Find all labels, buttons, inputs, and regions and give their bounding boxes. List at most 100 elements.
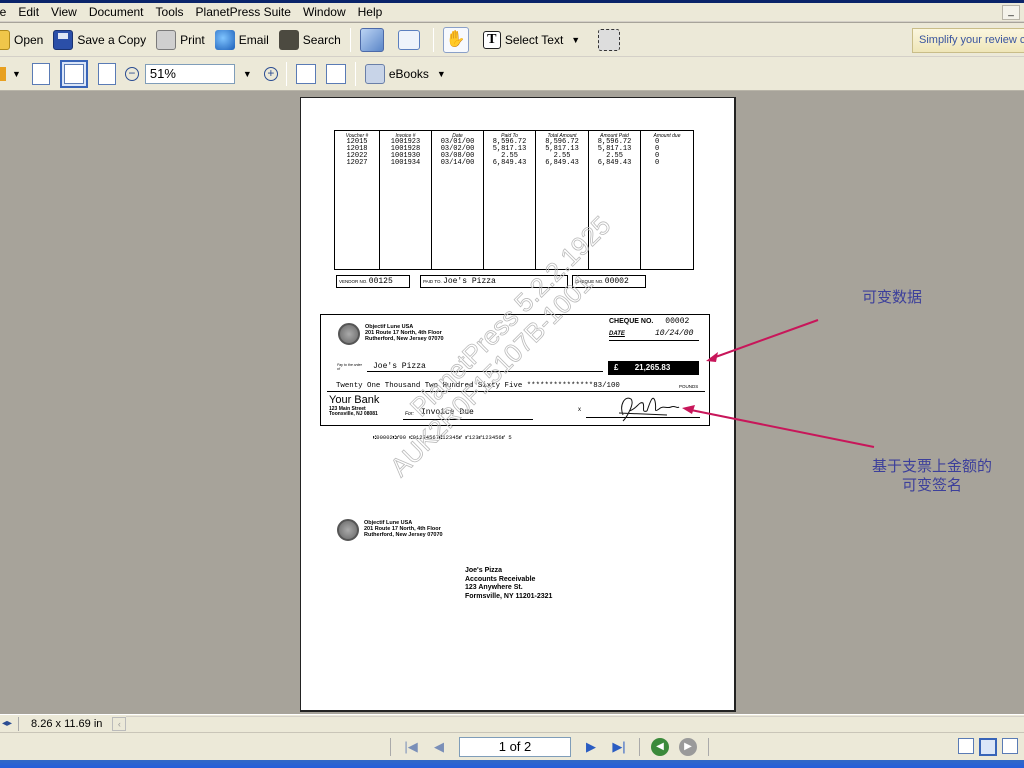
table-cell: 6,849.43	[492, 159, 527, 167]
chevron-down-icon[interactable]: ▼	[12, 69, 21, 79]
company-addr2: Rutherford, New Jersey 07070	[364, 532, 443, 538]
page-number-input[interactable]: 1 of 2	[459, 736, 571, 757]
variable-signature-line2: 可变签名	[902, 477, 963, 494]
menu-help[interactable]: Help	[352, 3, 389, 22]
camera-icon	[598, 28, 621, 51]
table-header: Amount due	[653, 133, 681, 139]
first-page-icon[interactable]: |◀	[402, 738, 420, 756]
last-page-icon[interactable]: ▶|	[610, 738, 628, 756]
go-back-icon[interactable]: ◀	[651, 737, 669, 756]
email-icon	[214, 29, 235, 50]
select-text-label: Select Text	[504, 32, 564, 47]
zoom-in-icon[interactable]: +	[263, 66, 278, 81]
email-button[interactable]: Email	[210, 27, 274, 53]
watermark: AUK2R0F15107B-1001 PlanetPress 5.2.2.192…	[384, 210, 617, 483]
toolbar-separator	[349, 27, 351, 52]
horizontal-scrollbar[interactable]	[126, 715, 1024, 732]
nav-separator	[639, 737, 640, 756]
ebooks-button[interactable]: eBooks ▼	[360, 61, 459, 87]
page-size: 8.26 x 11.69 in	[31, 717, 103, 730]
review-icon	[359, 27, 384, 52]
rotate-ccw-icon[interactable]	[325, 63, 346, 84]
page-navigation: |◀ ◀ 1 of 2 ▶ ▶| ◀ ▶	[390, 736, 709, 757]
split-handle-icon[interactable]: ◂▸	[2, 718, 12, 729]
table-cell: 0	[655, 159, 660, 167]
chevron-down-icon[interactable]: ▼	[243, 69, 252, 79]
select-text-button[interactable]: T Select Text ▼	[478, 27, 593, 53]
email-label: Email	[238, 32, 269, 47]
recipient-addr1: 123 Anywhere St.	[465, 584, 523, 591]
previous-page-icon[interactable]: ◀	[430, 738, 448, 756]
variable-signature-label: 基于支票上金额的 可变签名	[872, 457, 992, 495]
pencil-icon[interactable]	[0, 66, 6, 81]
chevron-down-icon[interactable]: ▼	[437, 69, 446, 79]
print-label: Print	[180, 32, 205, 47]
document-page[interactable]: Voucher # 12015 12018 12022 12027 Invoic…	[300, 97, 736, 712]
search-label: Search	[302, 32, 341, 47]
snapshot-button[interactable]	[593, 27, 629, 53]
menu-edit[interactable]: Edit	[12, 3, 45, 22]
nav-separator	[390, 737, 391, 756]
svg-text:PlanetPress 5.2.2.1925: PlanetPress 5.2.2.1925	[404, 210, 616, 422]
rotate-cw-icon[interactable]	[295, 63, 316, 84]
page-layout-buttons	[958, 738, 1018, 756]
table-cell: 6,849.43	[597, 159, 632, 167]
go-forward-icon[interactable]: ▶	[679, 737, 697, 756]
next-page-icon[interactable]: ▶	[582, 738, 600, 756]
chevron-down-icon[interactable]: ▼	[571, 35, 580, 45]
print-button[interactable]: Print	[151, 27, 210, 53]
menu-file[interactable]: le	[0, 3, 12, 22]
text-select-icon: T	[482, 30, 501, 49]
scroll-left-button[interactable]: ‹	[112, 716, 127, 731]
table-cell: 03/14/00	[440, 159, 475, 167]
single-page-icon[interactable]	[958, 738, 974, 754]
review-tool-button[interactable]	[355, 27, 393, 53]
company-logo	[337, 519, 359, 541]
windows-taskbar	[0, 760, 1024, 768]
table-cell: 0	[655, 138, 660, 146]
simplify-review-banner[interactable]: Simplify your review c	[912, 28, 1024, 53]
actual-size-icon[interactable]	[31, 62, 50, 85]
printer-icon	[156, 29, 177, 50]
view-toolbar: ▼ − 51% ▼ + eBooks ▼	[0, 57, 1024, 91]
zoom-input[interactable]: 51%	[144, 63, 235, 84]
recipient-address: Joe's Pizza Accounts Receivable 123 Anyw…	[465, 567, 552, 601]
fit-width-icon[interactable]	[97, 62, 116, 85]
facing-pages-icon[interactable]	[1002, 738, 1018, 754]
zoom-out-icon[interactable]: −	[124, 66, 139, 81]
company-logo	[338, 323, 360, 345]
ebook-icon	[364, 63, 385, 84]
menu-tools[interactable]: Tools	[150, 3, 190, 22]
minimize-button[interactable]: _	[1002, 5, 1020, 20]
fit-page-icon[interactable]	[59, 59, 88, 88]
nav-separator	[708, 737, 709, 756]
variable-signature-line1: 基于支票上金额的	[872, 458, 993, 475]
variable-data-label: 可变数据	[862, 289, 923, 306]
form-tool-button[interactable]	[393, 27, 429, 53]
save-copy-button[interactable]: Save a Copy	[48, 27, 151, 53]
binoculars-icon	[278, 29, 299, 50]
menu-window[interactable]: Window	[297, 3, 352, 22]
toolbar-separator	[432, 27, 434, 52]
folder-icon	[0, 29, 10, 50]
return-address: Objectif Lune USA 201 Route 17 North, 4t…	[364, 520, 443, 538]
open-button[interactable]: Open	[0, 27, 48, 53]
form-icon	[397, 29, 420, 50]
floppy-icon	[53, 29, 74, 50]
open-label: Open	[14, 32, 44, 47]
continuous-icon[interactable]	[979, 738, 997, 756]
recipient-addr2: Formsville, NY 11201-2321	[465, 592, 553, 600]
menu-document[interactable]: Document	[83, 3, 150, 22]
menu-planetpress[interactable]: PlanetPress Suite	[190, 3, 297, 22]
ebooks-label: eBooks	[388, 66, 429, 81]
table-cell: 12027	[346, 159, 368, 167]
search-button[interactable]: Search	[274, 27, 346, 53]
toolbar-separator	[285, 61, 287, 86]
menu-view[interactable]: View	[45, 3, 83, 22]
toolbar-separator	[354, 61, 356, 86]
table-cell: 6,849.43	[545, 159, 579, 167]
hand-tool-button[interactable]: ✋	[438, 26, 478, 53]
save-copy-label: Save a Copy	[77, 32, 147, 47]
menu-bar: le Edit View Document Tools PlanetPress …	[0, 3, 1024, 22]
table-cell: 0	[655, 145, 660, 153]
